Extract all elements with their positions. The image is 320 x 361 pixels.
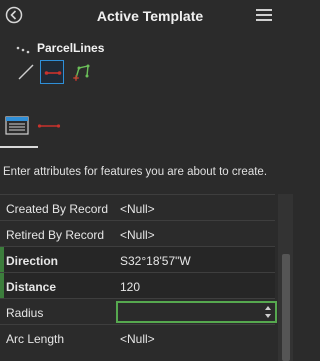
radius-input[interactable] [116, 301, 277, 323]
hamburger-icon [256, 9, 272, 11]
attribute-value[interactable]: 120 [120, 280, 140, 294]
attribute-row-required[interactable]: Distance 120 [0, 272, 275, 298]
scrollbar-thumb[interactable] [282, 254, 290, 361]
attribute-row[interactable]: Retired By Record <Null> [0, 220, 275, 246]
geometry-line-icon [37, 124, 61, 128]
back-button[interactable] [5, 6, 23, 24]
attribute-label: Radius [6, 306, 44, 320]
attribute-row[interactable]: Arc Length <Null> [0, 324, 275, 350]
line-tool-button[interactable] [14, 60, 38, 84]
back-arrow-icon [5, 6, 23, 24]
instructions-text: Enter attributes for features you are ab… [3, 166, 268, 178]
attribute-row-required[interactable]: Direction S32°18'57"W [0, 246, 275, 272]
attribute-label: Created By Record [6, 202, 109, 216]
attribute-value[interactable]: S32°18'57"W [120, 254, 191, 268]
active-tab-indicator [0, 146, 38, 148]
attribute-value[interactable]: <Null> [120, 228, 155, 242]
attribute-value[interactable]: <Null> [120, 332, 155, 346]
required-indicator [0, 247, 4, 272]
pane-header: Active Template [0, 0, 293, 34]
attribute-table-icon [5, 116, 29, 135]
tab-strip [0, 112, 293, 148]
spinner-arrows-icon[interactable] [264, 304, 272, 320]
attribute-label: Arc Length [6, 332, 65, 346]
attribute-value[interactable]: <Null> [120, 202, 155, 216]
two-point-line-icon [44, 71, 62, 75]
line-icon [18, 64, 34, 80]
attribute-label: Direction [6, 254, 59, 268]
tab-geometry[interactable] [36, 112, 62, 146]
pane-title: Active Template [96, 8, 204, 24]
two-point-line-tool-button[interactable] [40, 60, 64, 84]
attribute-row[interactable]: Radius [0, 298, 277, 324]
vertical-scrollbar[interactable] [278, 194, 293, 361]
attribute-grid: Created By Record <Null> Retired By Reco… [0, 194, 277, 350]
template-name: ParcelLines [37, 41, 105, 55]
attribute-row[interactable]: Created By Record <Null> [0, 194, 275, 220]
polygon-icon [73, 64, 90, 81]
required-indicator [0, 273, 4, 298]
attribute-label: Distance [6, 280, 57, 294]
polygon-tool-button[interactable] [70, 60, 94, 84]
menu-button[interactable] [256, 9, 272, 23]
tab-attributes[interactable] [4, 112, 30, 146]
attribute-label: Retired By Record [6, 228, 105, 242]
template-dots-icon [16, 46, 30, 54]
